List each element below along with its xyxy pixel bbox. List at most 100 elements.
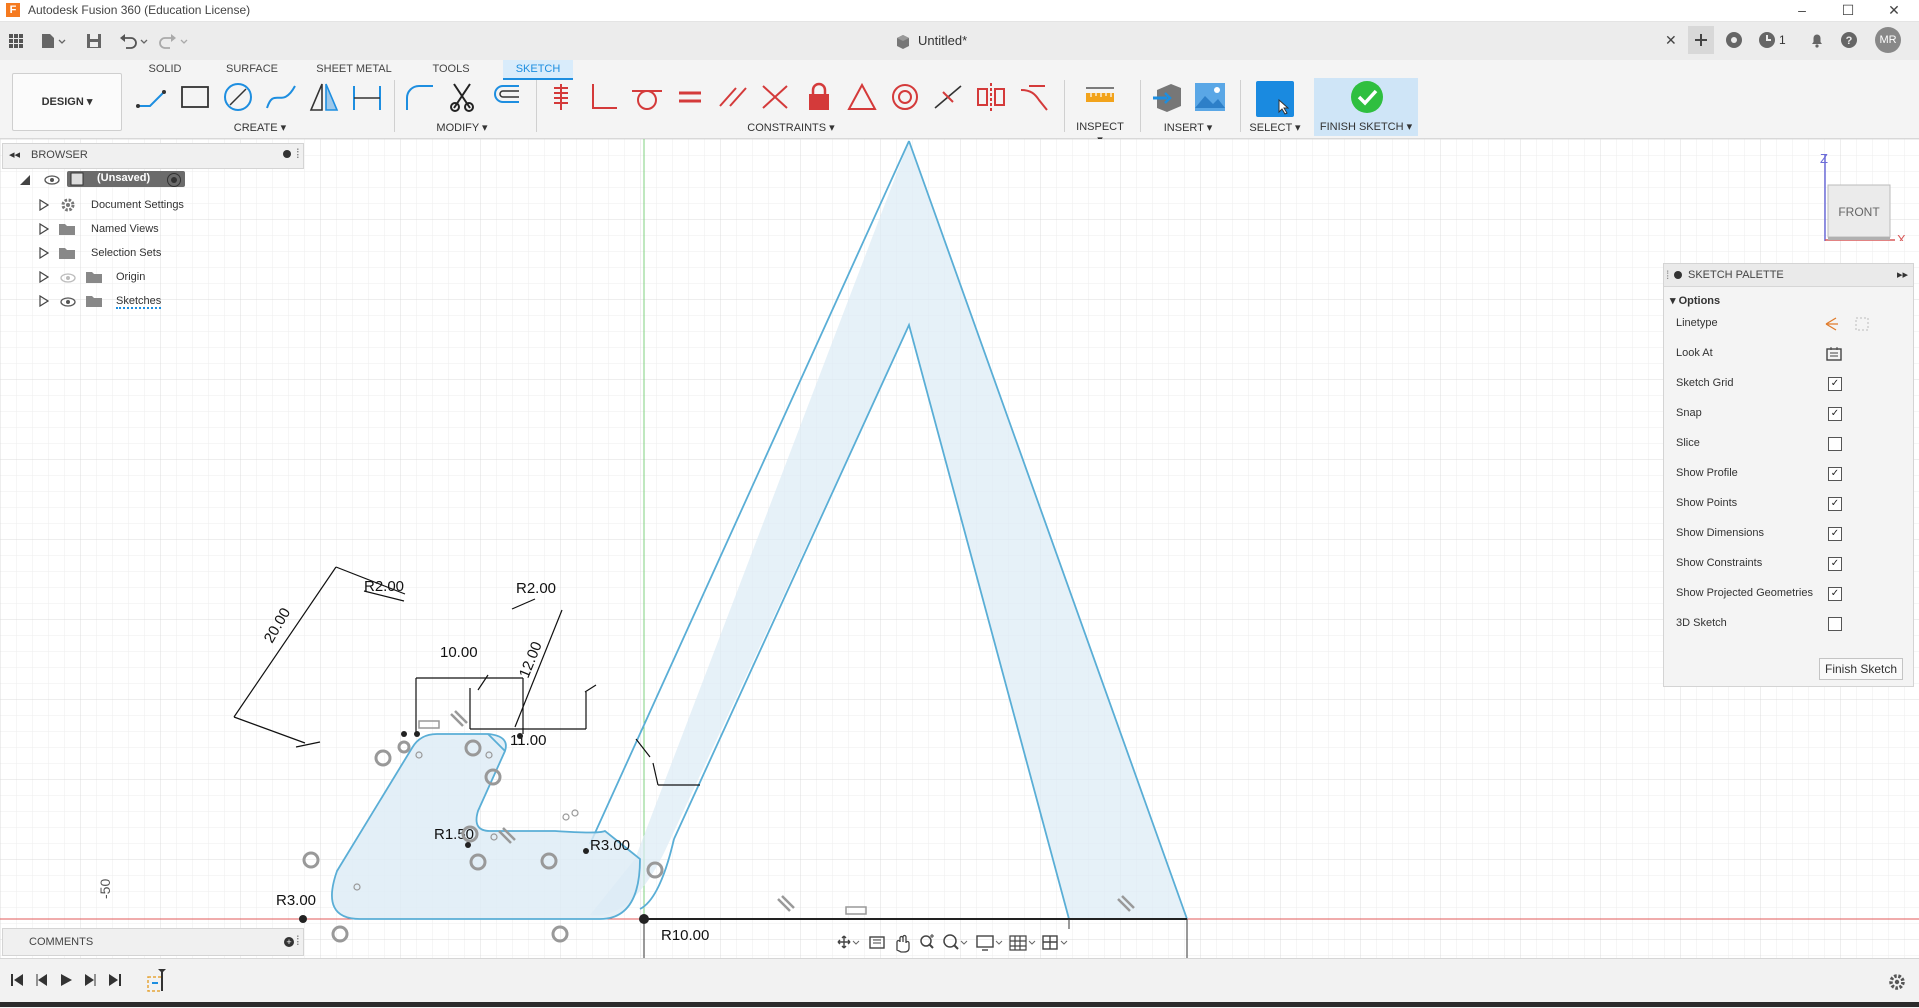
timeline-settings-gear-icon[interactable] [1888,973,1906,994]
checkbox[interactable]: ✓ [1828,407,1842,421]
workspace-switcher[interactable]: DESIGN ▾ [12,73,122,131]
close-window-button[interactable]: ✕ [1871,0,1917,21]
tree-item-origin[interactable]: Origin [116,271,145,283]
palette-grip-icon[interactable]: ⁞ [1666,268,1669,282]
rectangle-tool-icon[interactable] [178,80,212,114]
look-at-icon[interactable] [869,936,885,949]
visibility-eye-icon[interactable] [44,175,60,188]
display-settings-icon[interactable] [976,935,1003,951]
tree-item-named-views[interactable]: Named Views [91,223,159,235]
tab-tools[interactable]: TOOLS [425,60,477,78]
extensions-icon[interactable] [1725,31,1743,52]
linetype-construction-icon[interactable] [1824,315,1874,333]
orbit-icon[interactable] [837,935,860,949]
minimize-button[interactable]: – [1779,0,1825,21]
maximize-button[interactable]: ☐ [1825,0,1871,21]
create-menu[interactable]: CREATE ▾ [230,121,290,134]
spline-tool-icon[interactable] [264,80,298,114]
insert-canvas-image-icon[interactable] [1193,80,1227,114]
triangle-constraint-icon[interactable] [845,80,879,114]
midpoint-constraint-icon[interactable] [931,80,965,114]
tab-sketch[interactable]: SKETCH [503,60,573,80]
options-section-toggle[interactable]: ▾ Options [1670,294,1720,307]
browser-options-icon[interactable]: ⁞ [296,146,300,161]
tree-item-selection-sets[interactable]: Selection Sets [91,247,161,259]
hidden-eye-icon[interactable] [60,273,76,286]
checkbox[interactable]: ✓ [1828,527,1842,541]
expand-triangle-icon[interactable] [39,198,50,214]
finish-sketch-menu[interactable]: FINISH SKETCH ▾ [1314,120,1418,133]
insert-menu[interactable]: INSERT ▾ [1160,121,1216,134]
activate-radio-icon[interactable] [167,173,181,187]
symmetry-constraint-icon[interactable] [974,80,1008,114]
tangent-constraint-icon[interactable] [630,80,664,114]
timeline-start-icon[interactable] [10,973,24,992]
offset-tool-icon[interactable] [489,80,523,114]
expand-triangle-icon[interactable] [39,270,50,286]
job-status-icon[interactable] [1758,31,1776,52]
checkbox[interactable]: ✓ [1828,587,1842,601]
dim-radius-2-right[interactable]: R2.00 [516,580,556,597]
fix-constraint-icon[interactable] [544,80,578,114]
constraints-menu[interactable]: CONSTRAINTS ▾ [746,121,836,134]
parallel-constraint-icon[interactable] [716,80,750,114]
view-cube[interactable]: Z X FRONT [1815,151,1915,247]
comments-options-icon[interactable]: ⁞ [296,933,300,948]
checkbox[interactable] [1828,437,1842,451]
tree-item-sketches[interactable]: Sketches [116,295,162,309]
dim-radius-2-left[interactable]: R2.00 [364,578,404,595]
finish-sketch-button[interactable]: Finish Sketch [1819,658,1903,680]
finish-sketch-group[interactable]: FINISH SKETCH ▾ [1314,78,1418,136]
viewports-icon[interactable] [1042,935,1068,950]
dim-width-11[interactable]: 11.00 [510,732,546,749]
timeline-play-icon[interactable] [59,973,73,992]
browser-pin-icon[interactable] [283,150,291,158]
tab-sheet-metal[interactable]: SHEET METAL [315,60,393,78]
collapse-browser-icon[interactable]: ◂◂ [9,148,20,161]
expand-triangle-icon[interactable] [39,246,50,262]
timeline-sketch-feature-icon[interactable] [146,969,170,1000]
close-document-tab[interactable]: ✕ [1665,32,1677,49]
dim-radius-3-outer[interactable]: R3.00 [276,892,316,909]
expand-triangle-icon[interactable] [39,222,50,238]
checkbox[interactable]: ✓ [1828,467,1842,481]
dim-radius-10[interactable]: R10.00 [661,927,709,944]
expand-triangle-icon[interactable] [39,294,50,310]
line-tool-icon[interactable] [134,80,168,114]
visibility-eye-icon[interactable] [60,297,76,310]
select-menu[interactable]: SELECT ▾ [1244,121,1306,134]
data-panel-grid-icon[interactable] [6,31,26,51]
pan-hand-icon[interactable] [896,934,910,953]
tab-surface[interactable]: SURFACE [220,60,284,78]
dim-radius-3-inner[interactable]: R3.00 [590,837,630,854]
checkbox[interactable]: ✓ [1828,497,1842,511]
help-icon[interactable]: ? [1840,31,1858,52]
checkbox[interactable]: ✓ [1828,377,1842,391]
zoom-icon[interactable] [920,934,934,949]
concentric-constraint-icon[interactable] [888,80,922,114]
look-at-icon[interactable] [1825,345,1843,363]
grid-settings-icon[interactable] [1009,935,1036,951]
redo-icon[interactable] [158,31,190,51]
fit-zoom-icon[interactable] [943,934,968,950]
save-icon[interactable] [84,31,104,51]
fillet-tool-icon[interactable] [403,80,437,114]
lock-constraint-icon[interactable] [802,80,836,114]
collapse-triangle-icon[interactable] [19,174,31,189]
palette-pin-icon[interactable] [1674,271,1682,279]
file-menu-icon[interactable] [38,31,68,51]
checkbox[interactable]: ✓ [1828,557,1842,571]
sketch-dimension-tool-icon[interactable] [350,80,384,114]
select-tool-button[interactable] [1256,81,1294,117]
insert-derive-icon[interactable] [1151,80,1185,114]
user-avatar[interactable]: MR [1875,27,1901,53]
circle-tool-icon[interactable] [221,80,255,114]
timeline-previous-icon[interactable] [35,973,49,992]
equal-constraint-icon[interactable] [673,80,707,114]
new-tab-button[interactable] [1688,26,1714,54]
timeline-next-icon[interactable] [83,973,97,992]
tab-solid[interactable]: SOLID [140,60,190,78]
modify-menu[interactable]: MODIFY ▾ [432,121,492,134]
palette-expand-icon[interactable]: ▸▸ [1897,268,1908,281]
tree-item-document-settings[interactable]: Document Settings [91,199,184,211]
